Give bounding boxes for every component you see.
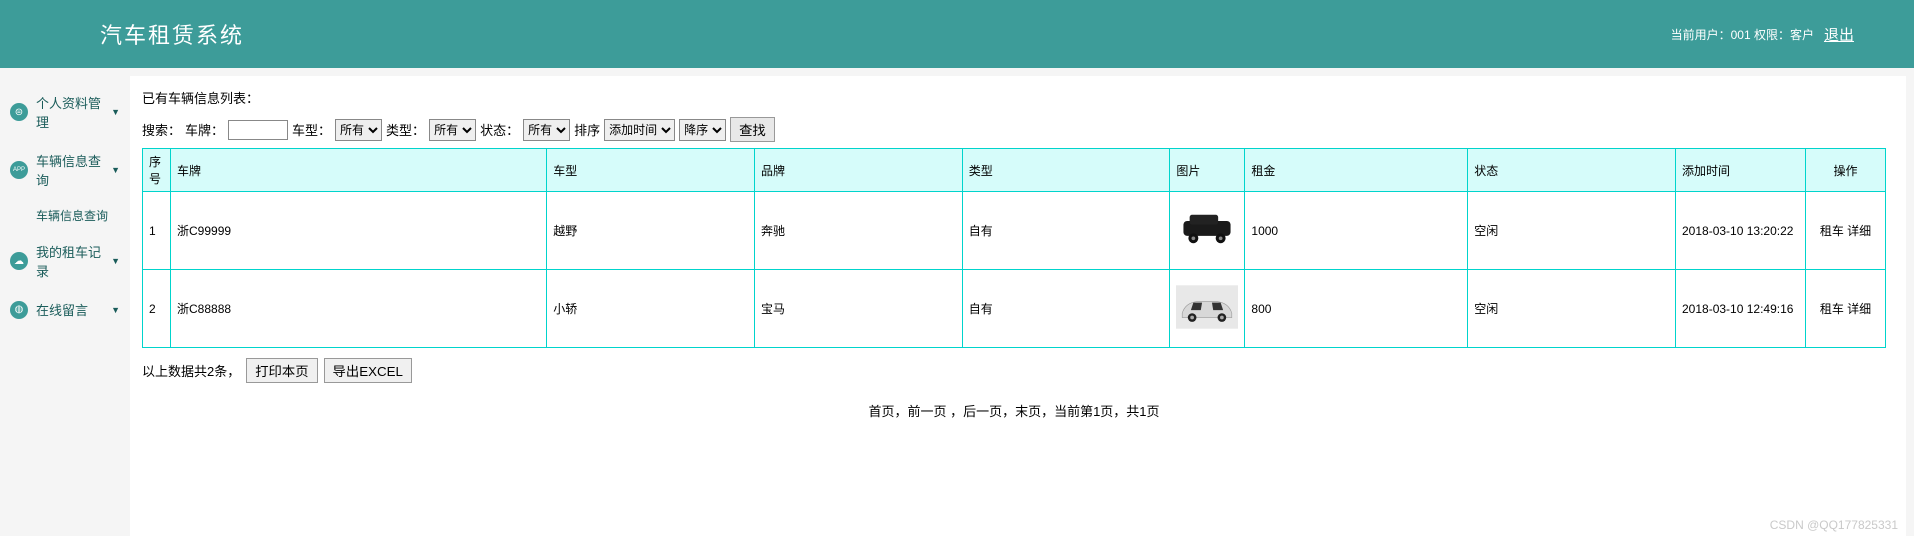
cell-type: 越野: [547, 192, 755, 270]
sidebar-item-label: 车辆信息查询: [36, 151, 111, 189]
chart-icon: ◍: [10, 301, 28, 319]
col-image: 图片: [1170, 149, 1245, 192]
chevron-down-icon: ▼: [111, 256, 120, 266]
col-brand: 品牌: [754, 149, 962, 192]
table-row: 2浙C88888小轿宝马自有800空闲2018-03-10 12:49:16租车…: [143, 270, 1886, 348]
sidebar-sub-vehicle-query[interactable]: 车辆信息查询: [0, 199, 130, 232]
sidebar: ⊜ 个人资料管理 ▼ APP 车辆信息查询 ▼ 车辆信息查询 ☁ 我的租车记录 …: [0, 68, 130, 536]
table-footer: 以上数据共2条， 打印本页 导出EXCEL: [142, 358, 1886, 383]
sort-field-select[interactable]: 添加时间: [604, 119, 675, 141]
app-header: 汽车租赁系统 当前用户：001 权限：客户 退出: [0, 0, 1914, 68]
table-header-row: 序号 车牌 车型 品牌 类型 图片 租金 状态 添加时间 操作: [143, 149, 1886, 192]
sidebar-item-vehicle-query[interactable]: APP 车辆信息查询 ▼: [0, 141, 130, 199]
detail-link[interactable]: 详细: [1847, 302, 1871, 316]
type-label: 车型：: [292, 120, 331, 139]
chevron-down-icon: ▼: [111, 305, 120, 315]
cell-image: [1170, 270, 1245, 348]
cell-kind: 自有: [962, 192, 1170, 270]
cell-rent: 800: [1245, 270, 1468, 348]
logout-link[interactable]: 退出: [1824, 24, 1854, 45]
status-select[interactable]: 所有: [523, 119, 570, 141]
plate-input[interactable]: [228, 120, 288, 140]
cell-brand: 宝马: [754, 270, 962, 348]
summary-text: 以上数据共2条，: [142, 361, 240, 380]
sidebar-item-label: 个人资料管理: [36, 93, 111, 131]
col-status: 状态: [1468, 149, 1676, 192]
sidebar-item-profile[interactable]: ⊜ 个人资料管理 ▼: [0, 83, 130, 141]
type-select[interactable]: 所有: [335, 119, 382, 141]
cell-brand: 奔驰: [754, 192, 962, 270]
cell-plate: 浙C88888: [171, 270, 547, 348]
cell-rent: 1000: [1245, 192, 1468, 270]
status-label: 状态：: [480, 120, 519, 139]
main-content: 已有车辆信息列表： 搜索： 车牌： 车型： 所有 类型： 所有 状态： 所有 排…: [130, 76, 1906, 536]
search-button[interactable]: 查找: [730, 117, 775, 142]
export-excel-button[interactable]: 导出EXCEL: [324, 358, 412, 383]
sort-dir-select[interactable]: 降序: [679, 119, 726, 141]
cell-plate: 浙C99999: [171, 192, 547, 270]
col-rent: 租金: [1245, 149, 1468, 192]
cell-ops: 租车 详细: [1806, 270, 1886, 348]
col-no: 序号: [143, 149, 171, 192]
col-type: 车型: [547, 149, 755, 192]
cell-no: 1: [143, 192, 171, 270]
cell-ops: 租车 详细: [1806, 192, 1886, 270]
cloud-icon: ☁: [10, 252, 28, 270]
cell-status: 空闲: [1468, 192, 1676, 270]
sidebar-item-rental-record[interactable]: ☁ 我的租车记录 ▼: [0, 232, 130, 290]
current-user-info: 当前用户：001 权限：客户: [1671, 26, 1814, 43]
cell-kind: 自有: [962, 270, 1170, 348]
pagination[interactable]: 首页，前一页 ，后一页，末页，当前第1页，共1页: [142, 401, 1886, 420]
col-plate: 车牌: [171, 149, 547, 192]
app-icon: APP: [10, 161, 28, 179]
col-added: 添加时间: [1676, 149, 1806, 192]
chevron-down-icon: ▼: [111, 107, 120, 117]
col-ops: 操作: [1806, 149, 1886, 192]
vehicle-table: 序号 车牌 车型 品牌 类型 图片 租金 状态 添加时间 操作 1浙C99999…: [142, 148, 1886, 348]
filter-bar: 搜索： 车牌： 车型： 所有 类型： 所有 状态： 所有 排序 添加时间 降序 …: [142, 117, 1886, 142]
cell-added: 2018-03-10 13:20:22: [1676, 192, 1806, 270]
plate-label: 车牌：: [185, 120, 224, 139]
search-label: 搜索：: [142, 120, 181, 139]
sidebar-item-messages[interactable]: ◍ 在线留言 ▼: [0, 290, 130, 329]
cell-status: 空闲: [1468, 270, 1676, 348]
profile-icon: ⊜: [10, 103, 28, 121]
print-button[interactable]: 打印本页: [246, 358, 317, 383]
table-row: 1浙C99999越野奔驰自有1000空闲2018-03-10 13:20:22租…: [143, 192, 1886, 270]
kind-label: 类型：: [386, 120, 425, 139]
cell-added: 2018-03-10 12:49:16: [1676, 270, 1806, 348]
list-title: 已有车辆信息列表：: [142, 88, 1886, 107]
chevron-down-icon: ▼: [111, 165, 120, 175]
sidebar-item-label: 我的租车记录: [36, 242, 111, 280]
detail-link[interactable]: 详细: [1847, 224, 1871, 238]
sort-label: 排序: [574, 120, 600, 139]
cell-type: 小轿: [547, 270, 755, 348]
rent-link[interactable]: 租车: [1820, 302, 1844, 316]
col-kind: 类型: [962, 149, 1170, 192]
app-title: 汽车租赁系统: [100, 18, 244, 50]
sidebar-item-label: 在线留言: [36, 300, 88, 319]
cell-no: 2: [143, 270, 171, 348]
cell-image: [1170, 192, 1245, 270]
kind-select[interactable]: 所有: [429, 119, 476, 141]
rent-link[interactable]: 租车: [1820, 224, 1844, 238]
